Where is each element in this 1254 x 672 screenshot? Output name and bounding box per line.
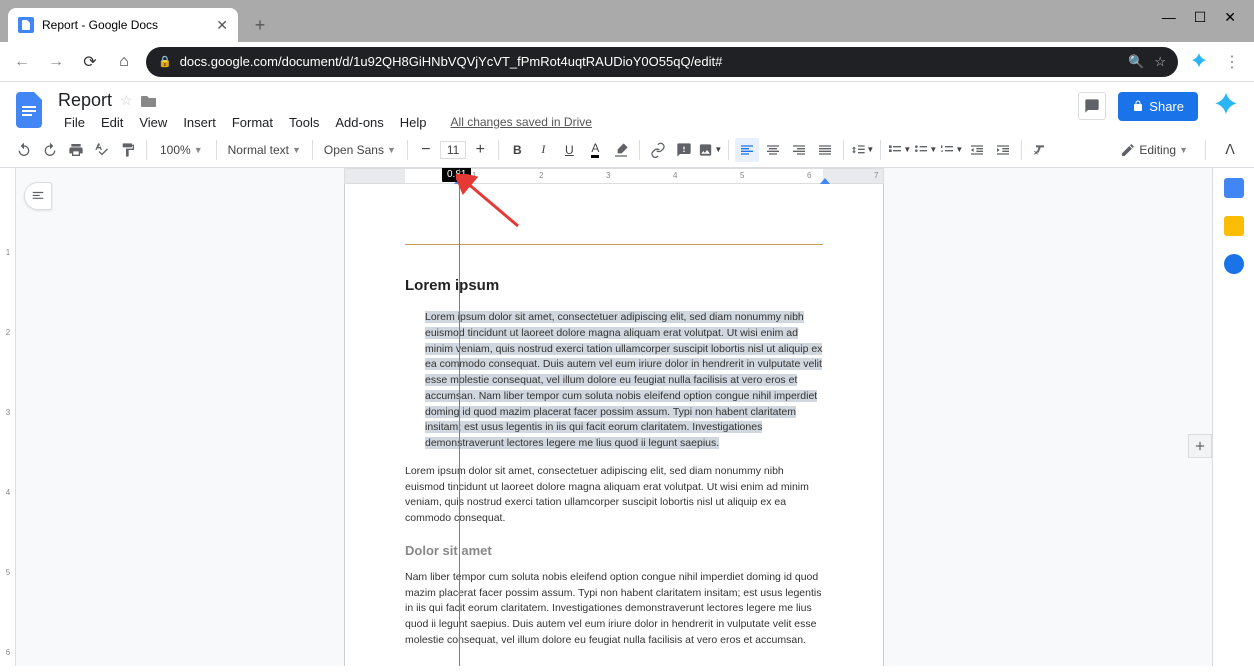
- menu-tools[interactable]: Tools: [283, 113, 325, 132]
- align-left-button[interactable]: [735, 138, 759, 162]
- close-window-icon[interactable]: ✕: [1224, 9, 1236, 26]
- font-select[interactable]: Open Sans▼: [319, 143, 401, 157]
- move-folder-icon[interactable]: [141, 94, 157, 108]
- heading-1[interactable]: Lorem ipsum: [405, 277, 823, 294]
- star-icon[interactable]: ☆: [120, 92, 133, 109]
- tab-title: Report - Google Docs: [42, 18, 158, 32]
- print-button[interactable]: [64, 138, 88, 162]
- reload-button[interactable]: ⟳: [78, 50, 102, 74]
- insert-image-button[interactable]: ▼: [698, 138, 722, 162]
- document-hr: [405, 244, 823, 245]
- main-workspace: 1 2 3 4 5 6 1 2 3 4 5 6 7 0.81: [0, 168, 1254, 666]
- outline-toggle-button[interactable]: [24, 182, 52, 210]
- clear-formatting-button[interactable]: [1028, 138, 1052, 162]
- checklist-button[interactable]: ▼: [887, 138, 911, 162]
- menu-view[interactable]: View: [133, 113, 173, 132]
- zoom-select[interactable]: 100%▼: [153, 140, 210, 160]
- menu-format[interactable]: Format: [226, 113, 279, 132]
- text-color-button[interactable]: A: [583, 138, 607, 162]
- share-label: Share: [1149, 99, 1184, 114]
- side-panel: [1212, 168, 1254, 666]
- paragraph-style-select[interactable]: Normal text▼: [223, 143, 306, 157]
- bulleted-list-button[interactable]: ▼: [913, 138, 937, 162]
- right-indent-marker[interactable]: [820, 178, 830, 184]
- selected-text: Lorem ipsum dolor sit amet, consectetuer…: [425, 311, 822, 449]
- indent-increase-button[interactable]: [991, 138, 1015, 162]
- docs-header: Report ☆ File Edit View Insert Format To…: [0, 82, 1254, 132]
- menu-help[interactable]: Help: [394, 113, 433, 132]
- annotation-arrow: [456, 174, 526, 234]
- font-size-input[interactable]: 11: [440, 141, 466, 159]
- docs-favicon: [18, 17, 34, 33]
- undo-button[interactable]: [12, 138, 36, 162]
- toolbar: 100%▼ Normal text▼ Open Sans▼ − 11 + B I…: [0, 132, 1254, 168]
- browser-menu-icon[interactable]: ⋮: [1220, 50, 1244, 74]
- line-spacing-button[interactable]: ▼: [850, 138, 874, 162]
- highlight-color-button[interactable]: [609, 138, 633, 162]
- spellcheck-button[interactable]: [90, 138, 114, 162]
- underline-button[interactable]: U: [557, 138, 581, 162]
- redo-button[interactable]: [38, 138, 62, 162]
- font-size-increase[interactable]: +: [468, 138, 492, 162]
- user-avatar[interactable]: [1210, 90, 1242, 122]
- calendar-addon-icon[interactable]: [1224, 178, 1244, 198]
- italic-button[interactable]: I: [531, 138, 555, 162]
- bookmark-star-icon[interactable]: ☆: [1154, 54, 1166, 70]
- drive-status[interactable]: All changes saved in Drive: [445, 113, 598, 132]
- keep-addon-icon[interactable]: [1224, 216, 1244, 236]
- indent-decrease-button[interactable]: [965, 138, 989, 162]
- horizontal-ruler[interactable]: 1 2 3 4 5 6 7 0.81: [344, 168, 884, 184]
- browser-chrome: Report - Google Docs ✕ + — ☐ ✕ ← → ⟳ ⌂ 🔒…: [0, 0, 1254, 82]
- align-justify-button[interactable]: [813, 138, 837, 162]
- url-text: docs.google.com/document/d/1u92QH8GiHNbV…: [180, 54, 1120, 69]
- comments-button[interactable]: [1078, 92, 1106, 120]
- menu-insert[interactable]: Insert: [177, 113, 222, 132]
- new-tab-button[interactable]: +: [246, 11, 274, 39]
- browser-brand-icon: [1188, 51, 1210, 73]
- browser-tab[interactable]: Report - Google Docs ✕: [8, 8, 238, 42]
- zoom-indicator-icon[interactable]: 🔍: [1128, 54, 1144, 70]
- bold-button[interactable]: B: [505, 138, 529, 162]
- lock-icon: 🔒: [158, 55, 172, 68]
- numbered-list-button[interactable]: ▼: [939, 138, 963, 162]
- window-controls: — ☐ ✕: [1162, 9, 1254, 34]
- maximize-icon[interactable]: ☐: [1194, 9, 1207, 26]
- heading-2[interactable]: Dolor sit amet: [405, 543, 823, 558]
- close-tab-icon[interactable]: ✕: [216, 17, 228, 34]
- paint-format-button[interactable]: [116, 138, 140, 162]
- home-button[interactable]: ⌂: [112, 50, 136, 74]
- minimize-icon[interactable]: —: [1162, 9, 1176, 26]
- paragraph-3[interactable]: Nam liber tempor cum soluta nobis eleife…: [405, 570, 823, 649]
- docs-logo[interactable]: [12, 92, 48, 128]
- hide-menus-button[interactable]: ᐱ: [1218, 138, 1242, 162]
- back-button[interactable]: ←: [10, 50, 34, 74]
- menu-addons[interactable]: Add-ons: [329, 113, 389, 132]
- font-size-decrease[interactable]: −: [414, 138, 438, 162]
- insert-comment-button[interactable]: [672, 138, 696, 162]
- vertical-ruler[interactable]: 1 2 3 4 5 6: [0, 168, 16, 666]
- explore-button[interactable]: [1188, 434, 1212, 458]
- indent-guide-line: [459, 169, 460, 666]
- insert-link-button[interactable]: [646, 138, 670, 162]
- address-bar[interactable]: 🔒 docs.google.com/document/d/1u92QH8GiHN…: [146, 47, 1178, 77]
- document-page[interactable]: Lorem ipsum Lorem ipsum dolor sit amet, …: [344, 184, 884, 666]
- menu-edit[interactable]: Edit: [95, 113, 129, 132]
- tasks-addon-icon[interactable]: [1224, 254, 1244, 274]
- menu-file[interactable]: File: [58, 113, 91, 132]
- menu-bar: File Edit View Insert Format Tools Add-o…: [58, 113, 1068, 132]
- align-right-button[interactable]: [787, 138, 811, 162]
- editing-mode-select[interactable]: Editing▼: [1115, 142, 1193, 158]
- paragraph-2[interactable]: Lorem ipsum dolor sit amet, consectetuer…: [405, 464, 823, 527]
- forward-button: →: [44, 50, 68, 74]
- share-button[interactable]: Share: [1118, 92, 1198, 121]
- paragraph-1[interactable]: Lorem ipsum dolor sit amet, consectetuer…: [405, 310, 823, 452]
- align-center-button[interactable]: [761, 138, 785, 162]
- document-title[interactable]: Report: [58, 90, 112, 111]
